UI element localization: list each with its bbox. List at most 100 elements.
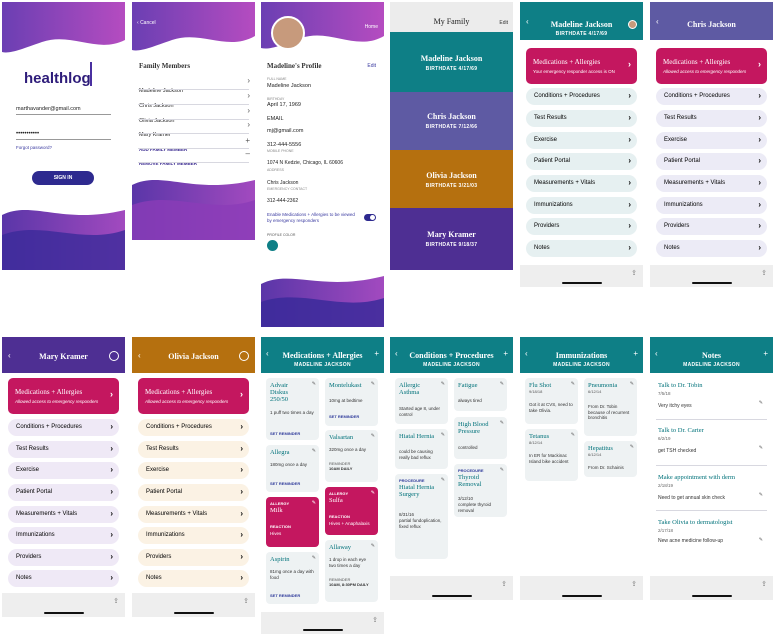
medications-allergies-button[interactable]: Medications + Allergies Allowed access to…: [138, 378, 249, 414]
password-field[interactable]: •••••••••••: [16, 131, 111, 140]
note-item[interactable]: Take Olivia to dermatologist 2/17/18 New a…: [658, 519, 766, 544]
share-icon[interactable]: ⇪: [631, 580, 637, 588]
edit-icon[interactable]: ✎: [759, 400, 763, 406]
family-card[interactable]: Chris Jackson BIRTHDATE 7/12/66: [390, 92, 513, 150]
condition-card[interactable]: ✎ Fatigue always tired: [454, 378, 507, 411]
edit-icon[interactable]: ✎: [500, 381, 504, 387]
edit-icon[interactable]: ✎: [759, 537, 763, 543]
medication-card[interactable]: ✎ Advair Diskus 250/50 1 puff two times a …: [266, 378, 319, 440]
allergy-card[interactable]: ✎ ALLERGY Sulfa REACTION Hives + Anaphalaxis: [325, 487, 378, 535]
edit-icon[interactable]: ✎: [312, 448, 316, 454]
edit-icon[interactable]: ✎: [441, 477, 445, 483]
category-test-results[interactable]: Test Results ›: [526, 110, 637, 127]
medications-allergies-button[interactable]: Medications + Allergies Allowed access to…: [8, 378, 119, 414]
set-reminder-link[interactable]: SET REMINDER: [270, 593, 300, 598]
category-exercise[interactable]: Exercise ›: [8, 462, 119, 479]
share-icon[interactable]: ⇪: [372, 616, 378, 624]
set-reminder-link[interactable]: SET REMINDER: [270, 431, 300, 436]
edit-icon[interactable]: ✎: [371, 543, 375, 549]
add-icon[interactable]: +: [503, 349, 508, 358]
condition-card[interactable]: ✎ Allergic Asthma Started age 8, under con…: [395, 378, 448, 424]
add-icon[interactable]: +: [374, 349, 379, 358]
edit-link[interactable]: Edit: [367, 63, 376, 69]
family-card[interactable]: Olivia Jackson BIRTHDATE 3/21/03: [390, 150, 513, 208]
immunization-card[interactable]: ✎ Hepatitus 6/12/14 From Dr. Schainis: [584, 441, 637, 477]
category-measurements[interactable]: Measurements + Vitals ›: [656, 175, 767, 192]
edit-link[interactable]: Edit: [499, 20, 508, 26]
sign-in-button[interactable]: SIGN IN: [32, 171, 94, 185]
profile-icon[interactable]: [239, 351, 249, 361]
add-icon[interactable]: +: [763, 349, 768, 358]
edit-icon[interactable]: ✎: [759, 445, 763, 451]
category-exercise[interactable]: Exercise ›: [138, 462, 249, 479]
category-test-results[interactable]: Test Results ›: [138, 441, 249, 458]
category-immunizations[interactable]: Immunizations ›: [138, 527, 249, 544]
condition-card[interactable]: ✎ High Blood Pressure controlled: [454, 417, 507, 459]
immunization-card[interactable]: ✎ Tetanus 8/12/14 In ER for Mackinac Island…: [525, 429, 578, 481]
category-patient-portal[interactable]: Patient Portal ›: [656, 153, 767, 170]
category-test-results[interactable]: Test Results ›: [656, 110, 767, 127]
avatar[interactable]: [628, 20, 637, 29]
edit-icon[interactable]: ✎: [312, 381, 316, 387]
home-link[interactable]: Home: [365, 24, 378, 30]
category-notes[interactable]: Notes ›: [656, 240, 767, 257]
set-reminder-link[interactable]: SET REMINDER: [270, 481, 300, 486]
edit-icon[interactable]: ✎: [312, 555, 316, 561]
cancel-link[interactable]: ‹ Cancel: [137, 20, 156, 26]
edit-icon[interactable]: ✎: [759, 492, 763, 498]
category-notes[interactable]: Notes ›: [526, 240, 637, 257]
category-patient-portal[interactable]: Patient Portal ›: [8, 484, 119, 501]
medication-card[interactable]: ✎ Allegra 180mg once a day SET REMINDER: [266, 445, 319, 492]
immunization-card[interactable]: ✎ Pneumonia 6/12/14 From Dr. Tobin because …: [584, 378, 637, 436]
category-providers[interactable]: Providers ›: [526, 218, 637, 235]
category-conditions[interactable]: Conditions + Procedures ›: [656, 88, 767, 105]
edit-icon[interactable]: ✎: [571, 381, 575, 387]
note-item[interactable]: Make appointment with derm 2/18/19 Need to…: [658, 474, 766, 501]
profile-icon[interactable]: [109, 351, 119, 361]
edit-icon[interactable]: ✎: [441, 381, 445, 387]
edit-icon[interactable]: ✎: [312, 500, 316, 506]
category-conditions[interactable]: Conditions + Procedures ›: [8, 419, 119, 436]
category-conditions[interactable]: Conditions + Procedures ›: [138, 419, 249, 436]
category-patient-portal[interactable]: Patient Portal ›: [526, 153, 637, 170]
responder-toggle[interactable]: [364, 214, 376, 221]
category-measurements[interactable]: Measurements + Vitals ›: [8, 506, 119, 523]
edit-icon[interactable]: ✎: [500, 420, 504, 426]
procedure-card[interactable]: ✎ PROCEDURE Hiatal Hernia Surgery 8/31/16 pa…: [395, 474, 448, 559]
share-icon[interactable]: ⇪: [761, 269, 767, 277]
family-card[interactable]: Madeline Jackson BIRTHDATE 4/17/69: [390, 32, 513, 92]
edit-icon[interactable]: ✎: [441, 432, 445, 438]
category-test-results[interactable]: Test Results ›: [8, 441, 119, 458]
email-field[interactable]: marthavander@gmail.com: [16, 106, 111, 115]
edit-icon[interactable]: ✎: [630, 381, 634, 387]
category-providers[interactable]: Providers ›: [656, 218, 767, 235]
remove-member-row[interactable]: REMOVE FAMILY MEMBER –: [139, 149, 250, 170]
category-patient-portal[interactable]: Patient Portal ›: [138, 484, 249, 501]
medication-card[interactable]: ✎ Allaway 1 drop in each eye two times a d…: [325, 540, 378, 602]
medications-allergies-button[interactable]: Medications + Allergies Your emergency re…: [526, 48, 637, 84]
category-immunizations[interactable]: Immunizations ›: [526, 197, 637, 214]
category-exercise[interactable]: Exercise ›: [526, 132, 637, 149]
edit-icon[interactable]: ✎: [630, 444, 634, 450]
medication-card[interactable]: ✎ Montelukast 10mg at bedtime SET REMINDER: [325, 378, 378, 426]
edit-icon[interactable]: ✎: [571, 432, 575, 438]
family-card[interactable]: Mary Kramer BIRTHDATE 9/18/37: [390, 208, 513, 270]
medications-allergies-button[interactable]: Medications + Allergies Allowed access to…: [656, 48, 767, 84]
edit-icon[interactable]: ✎: [371, 490, 375, 496]
share-icon[interactable]: ⇪: [761, 580, 767, 588]
note-item[interactable]: Talk to Dr. Tobin 7/5/18 Very itchy eyes ✎: [658, 382, 766, 409]
category-conditions[interactable]: Conditions + Procedures ›: [526, 88, 637, 105]
edit-icon[interactable]: ✎: [371, 381, 375, 387]
allergy-card[interactable]: ✎ ALLERGY Milk REACTION Hives: [266, 497, 319, 547]
category-notes[interactable]: Notes ›: [8, 570, 119, 587]
medication-card[interactable]: ✎ Valsartan 320mg once a day REMINDER 10AM D…: [325, 430, 378, 482]
category-immunizations[interactable]: Immunizations ›: [8, 527, 119, 544]
forgot-password-link[interactable]: Forgot password?: [16, 145, 52, 150]
avatar[interactable]: [271, 16, 305, 50]
share-icon[interactable]: ⇪: [631, 269, 637, 277]
medication-card[interactable]: ✎ Aspirin 81mg once a day with food SET REM…: [266, 552, 319, 604]
add-icon[interactable]: +: [633, 349, 638, 358]
share-icon[interactable]: ⇪: [113, 597, 119, 605]
note-item[interactable]: Talk to Dr. Carter 6/2/19 get TSH checked ✎: [658, 427, 766, 454]
edit-icon[interactable]: ✎: [500, 467, 504, 473]
